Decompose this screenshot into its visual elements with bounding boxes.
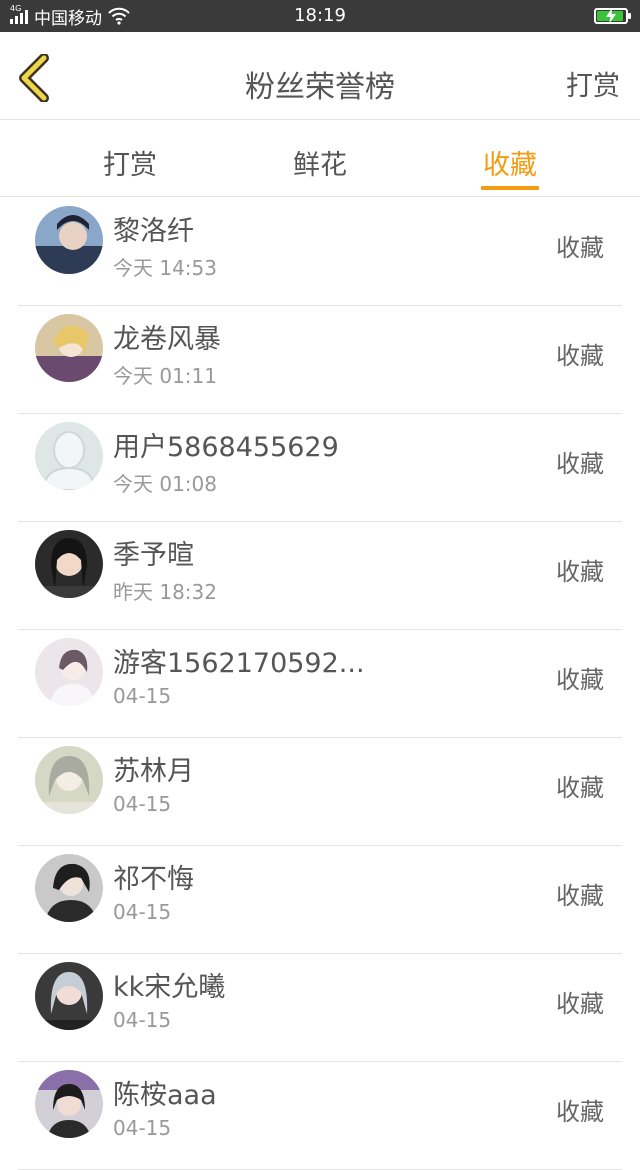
list-item[interactable]: 祁不悔 04-15 收藏 <box>18 846 622 954</box>
favorite-label: 收藏 <box>556 666 604 694</box>
tab-reward-label: 打赏 <box>103 150 157 181</box>
favorite-time: 今天 01:08 <box>113 472 217 496</box>
avatar <box>35 638 103 706</box>
favorite-label: 收藏 <box>556 342 604 370</box>
favorite-time: 04-15 <box>113 1116 172 1140</box>
charging-bolt-icon <box>606 8 616 24</box>
list-item[interactable]: 黎洛纤 今天 14:53 收藏 <box>18 198 622 306</box>
tab-reward[interactable]: 打赏 <box>30 121 230 197</box>
battery-icon <box>594 8 631 24</box>
list-item[interactable]: 陈桉aaa 04-15 收藏 <box>18 1062 622 1170</box>
list-item[interactable]: 龙卷风暴 今天 01:11 收藏 <box>18 306 622 414</box>
user-name: 游客1562170592... <box>113 648 365 679</box>
favorite-time: 04-15 <box>113 792 172 816</box>
page-title: 粉丝荣誉榜 <box>245 70 395 105</box>
favorite-time: 04-15 <box>113 1008 172 1032</box>
favorite-label: 收藏 <box>556 558 604 586</box>
user-name: 祁不悔 <box>113 864 194 895</box>
user-name: 苏林月 <box>113 756 194 787</box>
favorite-label: 收藏 <box>556 234 604 262</box>
favorite-label: 收藏 <box>556 1098 604 1126</box>
favorite-label: 收藏 <box>556 990 604 1018</box>
user-name: 黎洛纤 <box>113 216 194 247</box>
list-item[interactable]: 季予暄 昨天 18:32 收藏 <box>18 522 622 630</box>
avatar <box>35 206 103 274</box>
list-item[interactable]: 苏林月 04-15 收藏 <box>18 738 622 846</box>
favorite-time: 04-15 <box>113 684 172 708</box>
favorite-time: 04-15 <box>113 900 172 924</box>
tab-favorites[interactable]: 收藏 <box>410 121 610 197</box>
tab-flowers-label: 鲜花 <box>293 150 347 181</box>
reward-button[interactable]: 打赏 <box>566 64 620 103</box>
avatar <box>35 854 103 922</box>
avatar <box>35 1070 103 1138</box>
user-name: kk宋允曦 <box>113 972 226 1003</box>
header-bar: 粉丝荣誉榜 打赏 <box>0 32 640 120</box>
avatar <box>35 314 103 382</box>
tab-flowers[interactable]: 鲜花 <box>220 121 420 197</box>
list-item[interactable]: 用户5868455629 今天 01:08 收藏 <box>18 414 622 522</box>
user-name: 用户5868455629 <box>113 432 339 463</box>
user-name: 龙卷风暴 <box>113 324 221 355</box>
avatar <box>35 530 103 598</box>
list-item[interactable]: 游客1562170592... 04-15 收藏 <box>18 630 622 738</box>
list-item[interactable]: kk宋允曦 04-15 收藏 <box>18 954 622 1062</box>
avatar <box>35 962 103 1030</box>
favorite-time: 今天 14:53 <box>113 256 217 280</box>
status-bar: 4G 中国移动 18:19 <box>0 0 640 32</box>
favorite-time: 昨天 18:32 <box>113 580 217 604</box>
tab-favorites-label: 收藏 <box>483 150 537 181</box>
favorite-label: 收藏 <box>556 882 604 910</box>
active-tab-indicator <box>481 186 539 190</box>
user-name: 季予暄 <box>113 540 194 571</box>
favorite-label: 收藏 <box>556 774 604 802</box>
status-time: 18:19 <box>294 5 346 26</box>
fan-list: 黎洛纤 今天 14:53 收藏 龙卷风暴 今天 01:11 收藏 用户58684… <box>0 198 640 1170</box>
user-name: 陈桉aaa <box>113 1080 217 1111</box>
tab-bar: 打赏 鲜花 收藏 <box>0 121 640 197</box>
avatar <box>35 422 103 490</box>
favorite-time: 今天 01:11 <box>113 364 217 388</box>
avatar <box>35 746 103 814</box>
favorite-label: 收藏 <box>556 450 604 478</box>
